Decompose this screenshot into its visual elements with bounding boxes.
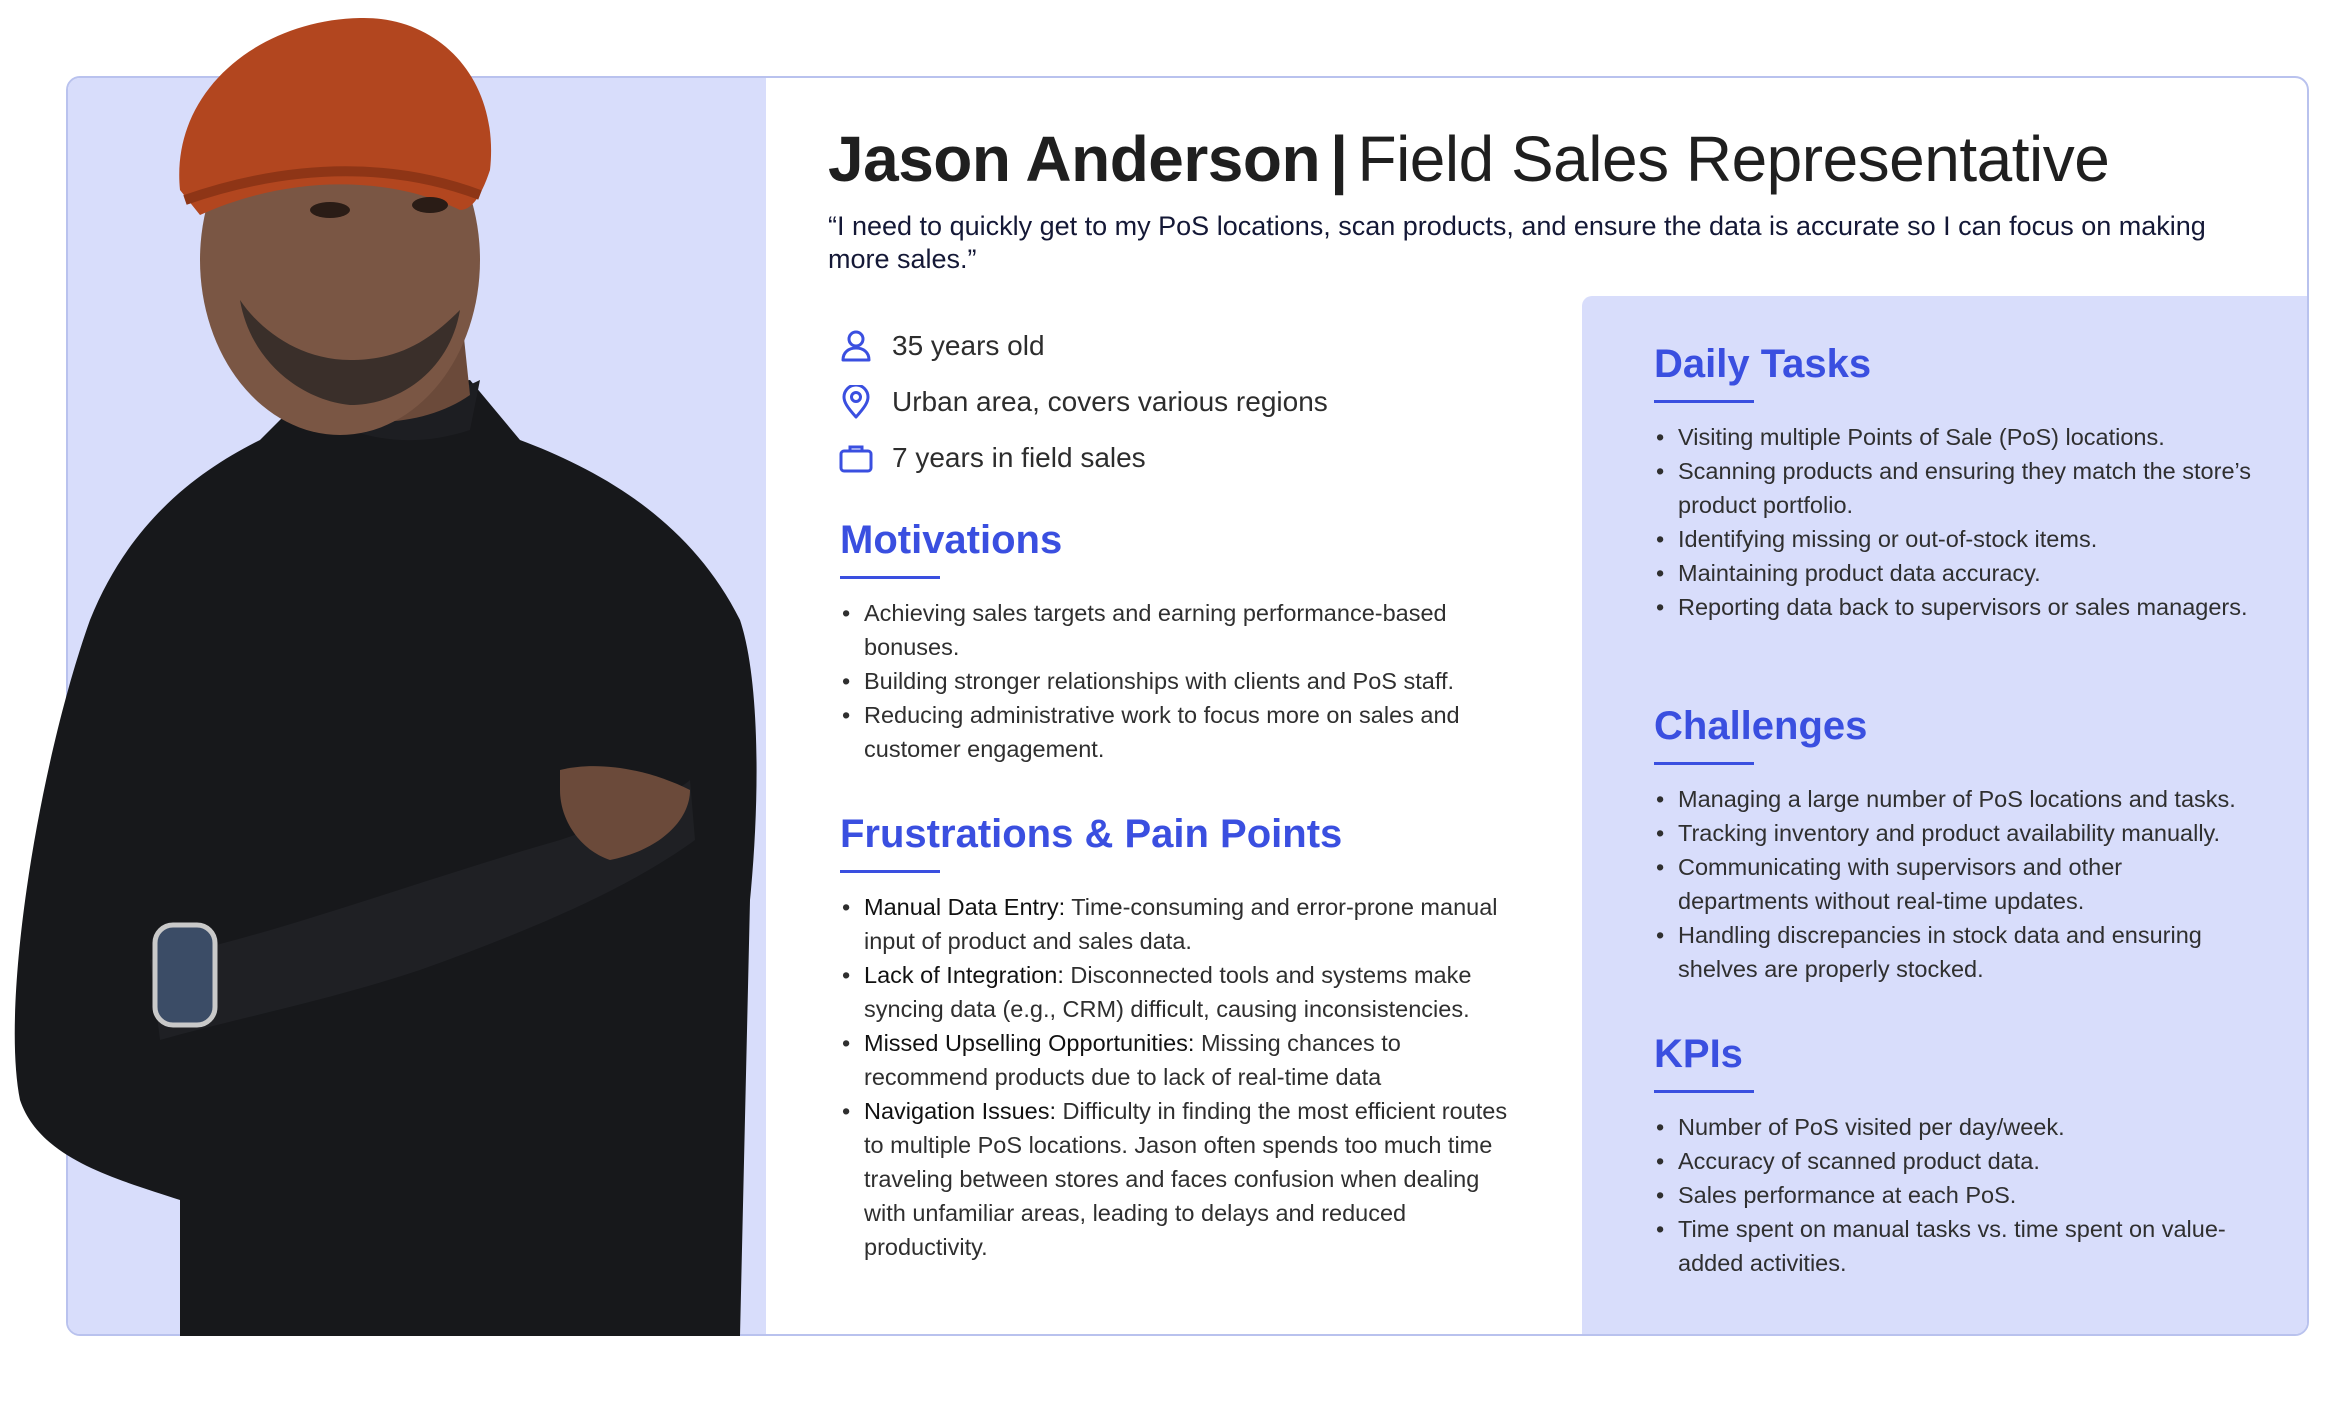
kpis-underline bbox=[1654, 1090, 1754, 1093]
frustrations-underline bbox=[840, 870, 940, 873]
daily-tasks-title: Daily Tasks bbox=[1654, 342, 1872, 386]
fact-location: Urban area, covers various regions bbox=[838, 374, 1328, 430]
list-item: Accuracy of scanned product data. bbox=[1654, 1144, 2254, 1178]
list-item: Manual Data Entry: Time-consuming and er… bbox=[840, 890, 1520, 958]
list-item: Time spent on manual tasks vs. time spen… bbox=[1654, 1212, 2254, 1280]
kpis-list: Number of PoS visited per day/week. Accu… bbox=[1654, 1110, 2254, 1280]
list-item: Building stronger relationships with cli… bbox=[840, 664, 1500, 698]
heading-separator: | bbox=[1330, 123, 1348, 195]
list-item: Missed Upselling Opportunities: Missing … bbox=[840, 1026, 1520, 1094]
persona-name: Jason Anderson bbox=[828, 123, 1321, 195]
list-item: Reducing administrative work to focus mo… bbox=[840, 698, 1500, 766]
item-label: Navigation Issues: bbox=[864, 1098, 1057, 1124]
list-item: Navigation Issues: Difficulty in finding… bbox=[840, 1094, 1520, 1264]
item-label: Lack of Integration: bbox=[864, 962, 1064, 988]
list-item: Communicating with supervisors and other… bbox=[1654, 850, 2254, 918]
wristwatch bbox=[152, 922, 218, 1028]
motivations-list: Achieving sales targets and earning perf… bbox=[840, 596, 1500, 766]
persona-quote: “I need to quickly get to my PoS locatio… bbox=[828, 211, 2206, 274]
list-item: Lack of Integration: Disconnected tools … bbox=[840, 958, 1520, 1026]
list-item: Reporting data back to supervisors or sa… bbox=[1654, 590, 2254, 624]
fact-age: 35 years old bbox=[838, 318, 1328, 374]
list-item: Managing a large number of PoS locations… bbox=[1654, 782, 2254, 816]
fact-text: 35 years old bbox=[892, 330, 1045, 361]
persona-facts: 35 years old Urban area, covers various … bbox=[838, 318, 1328, 486]
challenges-list: Managing a large number of PoS locations… bbox=[1654, 782, 2254, 986]
persona-heading: Jason Anderson | Field Sales Representativ… bbox=[828, 122, 2110, 196]
list-item: Visiting multiple Points of Sale (PoS) l… bbox=[1654, 420, 2254, 454]
motivations-title: Motivations bbox=[840, 518, 1063, 562]
persona-role: Field Sales Representative bbox=[1357, 123, 2110, 195]
list-item: Tracking inventory and product availabil… bbox=[1654, 816, 2254, 850]
frustrations-list: Manual Data Entry: Time-consuming and er… bbox=[840, 890, 1520, 1264]
daily-tasks-list: Visiting multiple Points of Sale (PoS) l… bbox=[1654, 420, 2254, 624]
fact-experience: 7 years in field sales bbox=[838, 430, 1328, 486]
location-pin-icon bbox=[838, 384, 874, 420]
challenges-title: Challenges bbox=[1654, 704, 1868, 748]
motivations-underline bbox=[840, 576, 940, 579]
fact-text: Urban area, covers various regions bbox=[892, 386, 1328, 417]
daily-tasks-underline bbox=[1654, 400, 1754, 403]
list-item: Number of PoS visited per day/week. bbox=[1654, 1110, 2254, 1144]
challenges-underline bbox=[1654, 762, 1754, 765]
list-item: Achieving sales targets and earning perf… bbox=[840, 596, 1500, 664]
item-label: Manual Data Entry: bbox=[864, 894, 1066, 920]
list-item: Scanning products and ensuring they matc… bbox=[1654, 454, 2254, 522]
kpis-title: KPIs bbox=[1654, 1032, 1743, 1076]
fact-text: 7 years in field sales bbox=[892, 442, 1146, 473]
briefcase-icon bbox=[838, 440, 874, 476]
list-item: Handling discrepancies in stock data and… bbox=[1654, 918, 2254, 986]
frustrations-title: Frustrations & Pain Points bbox=[840, 812, 1343, 856]
persona-photo bbox=[14, 17, 757, 1336]
item-label: Missed Upselling Opportunities: bbox=[864, 1030, 1195, 1056]
list-item: Maintaining product data accuracy. bbox=[1654, 556, 2254, 590]
list-item: Sales performance at each PoS. bbox=[1654, 1178, 2254, 1212]
list-item: Identifying missing or out-of-stock item… bbox=[1654, 522, 2254, 556]
person-icon bbox=[838, 328, 874, 364]
